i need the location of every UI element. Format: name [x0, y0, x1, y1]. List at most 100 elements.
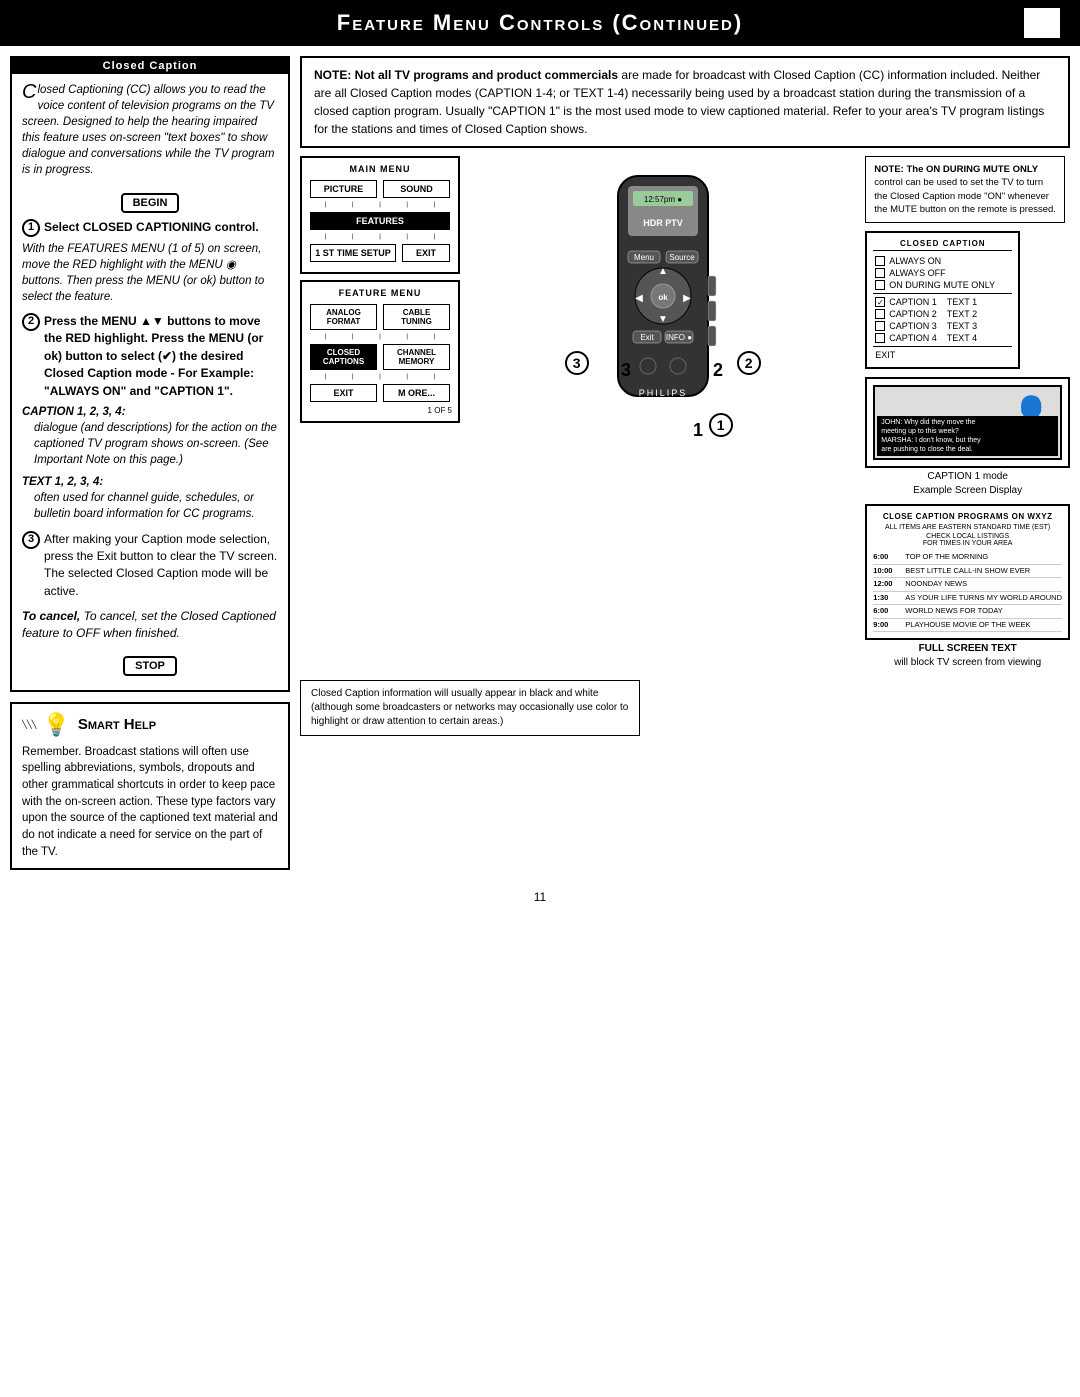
stop-button: STOP [123, 656, 177, 676]
caption3-check [875, 321, 885, 331]
cc-always-on-check [875, 256, 885, 266]
main-menu-diagram: MAIN MENU PICTURE SOUND ||||| FEATURES |… [300, 156, 460, 274]
svg-text:PHILIPS: PHILIPS [638, 388, 687, 398]
big-c-letter: C [22, 82, 36, 102]
svg-text:2: 2 [713, 360, 723, 380]
cc-on-during-mute: ON DURING MUTE ONLY [873, 279, 1012, 291]
svg-text:INFO ●: INFO ● [666, 333, 692, 342]
svg-text:ok: ok [658, 293, 668, 302]
fst-row-4: 1:30AS YOUR LIFE TURNS MY WORLD AROUND [873, 592, 1062, 606]
feature-menu-label: FEATURE MENU [308, 288, 452, 298]
svg-text:▼: ▼ [658, 314, 668, 325]
cancel-text: To cancel, To cancel, set the Closed Cap… [22, 608, 278, 642]
slash-decoration: ╲╲╲ [22, 720, 36, 729]
step-3-detail: After making your Caption mode selection… [44, 531, 278, 601]
begin-button: BEGIN [121, 193, 180, 213]
svg-text:3: 3 [621, 360, 631, 380]
svg-text:Exit: Exit [640, 333, 654, 342]
remote-svg: 12:57pm ● HDR PTV ▲ ▼ ◀ ▶ ok Menu [563, 156, 763, 436]
fst-header1: CLOSE CAPTION PROGRAMS ON WXYZ [873, 512, 1062, 521]
lightbulb-icon: 💡 [42, 712, 69, 738]
caption4-check [875, 333, 885, 343]
smart-help-title: Smart Help [78, 716, 156, 733]
fst-row-2: 10:00BEST LITTLE CALL-IN SHOW EVER [873, 565, 1062, 579]
fullscreen-text-display: CLOSE CAPTION PROGRAMS ON WXYZ ALL ITEMS… [865, 504, 1070, 668]
fst-row-6: 9:00PLAYHOUSE MOVIE OF THE WEEK [873, 619, 1062, 633]
svg-text:◀: ◀ [635, 293, 643, 304]
smart-help-box: ╲╲╲ 💡 Smart Help Remember. Broadcast sta… [10, 702, 290, 871]
cc-always-on: ALWAYS ON [873, 255, 1012, 267]
remote-container: 12:57pm ● HDR PTV ▲ ▼ ◀ ▶ ok Menu [563, 156, 763, 439]
feature-menu-of: 1 OF 5 [308, 406, 452, 415]
remote-area: 12:57pm ● HDR PTV ▲ ▼ ◀ ▶ ok Menu [468, 156, 857, 439]
menu-1st-setup: 1 ST TIME SETUP [310, 244, 396, 262]
step-circle-3: 3 [565, 351, 589, 375]
caption-mode-subtitle: Example Screen Display [865, 485, 1070, 496]
smart-help-header: ╲╲╲ 💡 Smart Help [22, 712, 278, 738]
svg-text:1: 1 [693, 420, 703, 436]
menu-picture: PICTURE [310, 180, 377, 198]
on-screen-note: NOTE: The ON DURING MUTE ONLY control ca… [865, 156, 1065, 223]
svg-text:HDR PTV: HDR PTV [643, 218, 683, 228]
caption-mode-title: CAPTION 1 mode [865, 471, 1070, 482]
feat-exit: EXIT [310, 384, 377, 402]
fst-row-1: 6:00TOP OF THE MORNING [873, 551, 1062, 565]
smart-help-text: Remember. Broadcast stations will often … [22, 744, 278, 861]
svg-text:12:57pm ●: 12:57pm ● [644, 195, 682, 204]
main-menu-label: MAIN MENU [308, 164, 452, 174]
menu-sound: SOUND [383, 180, 450, 198]
header-box [1024, 8, 1060, 38]
step-3-number: 3 [22, 531, 40, 549]
right-column: NOTE: Not all TV programs and product co… [300, 56, 1070, 870]
step-2: 2 Press the MENU ▲▼ buttons to move the … [22, 313, 278, 523]
svg-text:▶: ▶ [683, 293, 691, 304]
cc-text-col: TEXT 1 TEXT 2 TEXT 3 TEXT 4 [945, 296, 1013, 344]
caption2-check [875, 309, 885, 319]
left-menus: MAIN MENU PICTURE SOUND ||||| FEATURES |… [300, 156, 460, 423]
page-header: Feature Menu Controls (Continued) [0, 0, 1080, 46]
cc-intro-text: C losed Captioning (CC) allows you to re… [22, 82, 278, 179]
step-3: 3 After making your Caption mode selecti… [22, 531, 278, 601]
cc-menu-label: CLOSED CAPTION [873, 239, 1012, 251]
cc-always-off-check [875, 268, 885, 278]
feat-cable: CABLETUNING [383, 304, 450, 330]
diagrams-section: MAIN MENU PICTURE SOUND ||||| FEATURES |… [300, 156, 1070, 668]
left-column: Closed Caption C losed Captioning (CC) a… [10, 56, 290, 870]
svg-text:Source: Source [669, 253, 695, 262]
cc-menu-diagram: CLOSED CAPTION ALWAYS ON ALWAYS OFF ON D… [865, 231, 1020, 369]
fst-caption2: will block TV screen from viewing [865, 657, 1070, 668]
fst-header2: ALL ITEMS ARE EASTERN STANDARD TIME (EST… [873, 524, 1062, 531]
step-circle-1: 1 [709, 413, 733, 437]
feat-channel: CHANNELMEMORY [383, 344, 450, 370]
cc-always-off: ALWAYS OFF [873, 267, 1012, 279]
caption-dialogue: JOHN: Why did they move the meeting up t… [877, 416, 1058, 456]
svg-text:Menu: Menu [634, 253, 654, 262]
svg-text:▲: ▲ [658, 266, 668, 277]
feat-closed: CLOSEDCAPTIONS [310, 344, 377, 370]
closed-caption-box: Closed Caption C losed Captioning (CC) a… [10, 56, 290, 692]
right-diagrams: NOTE: The ON DURING MUTE ONLY control ca… [865, 156, 1070, 668]
note-bold: NOTE: Not all TV programs and product co… [314, 68, 618, 82]
cc-caption-row: CAPTION 1 CAPTION 2 CAPTION 3 [873, 296, 1012, 344]
fst-caption1: FULL SCREEN TEXT [865, 643, 1070, 654]
cc-caption-col: CAPTION 1 CAPTION 2 CAPTION 3 [873, 296, 941, 344]
caption-detail: dialogue (and descriptions) for the acti… [34, 420, 278, 468]
step-1: 1 Select CLOSED CAPTIONING control. With… [22, 219, 278, 305]
page-number: 11 [0, 880, 1080, 914]
step-1-header: Select CLOSED CAPTIONING control. [44, 219, 259, 236]
caption-header: CAPTION 1, 2, 3, 4: [22, 404, 278, 420]
tv-screen: 👤 JOHN: Why did they move the meeting up… [873, 385, 1062, 460]
fullscreen-text-box: CLOSE CAPTION PROGRAMS ON WXYZ ALL ITEMS… [865, 504, 1070, 640]
feature-menu-diagram: FEATURE MENU ANALOGFORMAT CABLETUNING ||… [300, 280, 460, 423]
fst-header3: CHECK LOCAL LISTINGS [873, 533, 1062, 540]
caption-display-box: 👤 JOHN: Why did they move the meeting up… [865, 377, 1070, 468]
step-1-number: 1 [22, 219, 40, 237]
step-2-number: 2 [22, 313, 40, 331]
cc-exit: EXIT [873, 349, 1012, 361]
closed-caption-header: Closed Caption [12, 58, 288, 74]
on-screen-note-text: control can be used to set the TV to tur… [874, 177, 1056, 215]
page-title: Feature Menu Controls (Continued) [337, 10, 743, 36]
text-header: TEXT 1, 2, 3, 4: [22, 474, 278, 490]
feat-more: M ORE... [383, 384, 450, 402]
fst-row-3: 12:00NOONDAY NEWS [873, 578, 1062, 592]
